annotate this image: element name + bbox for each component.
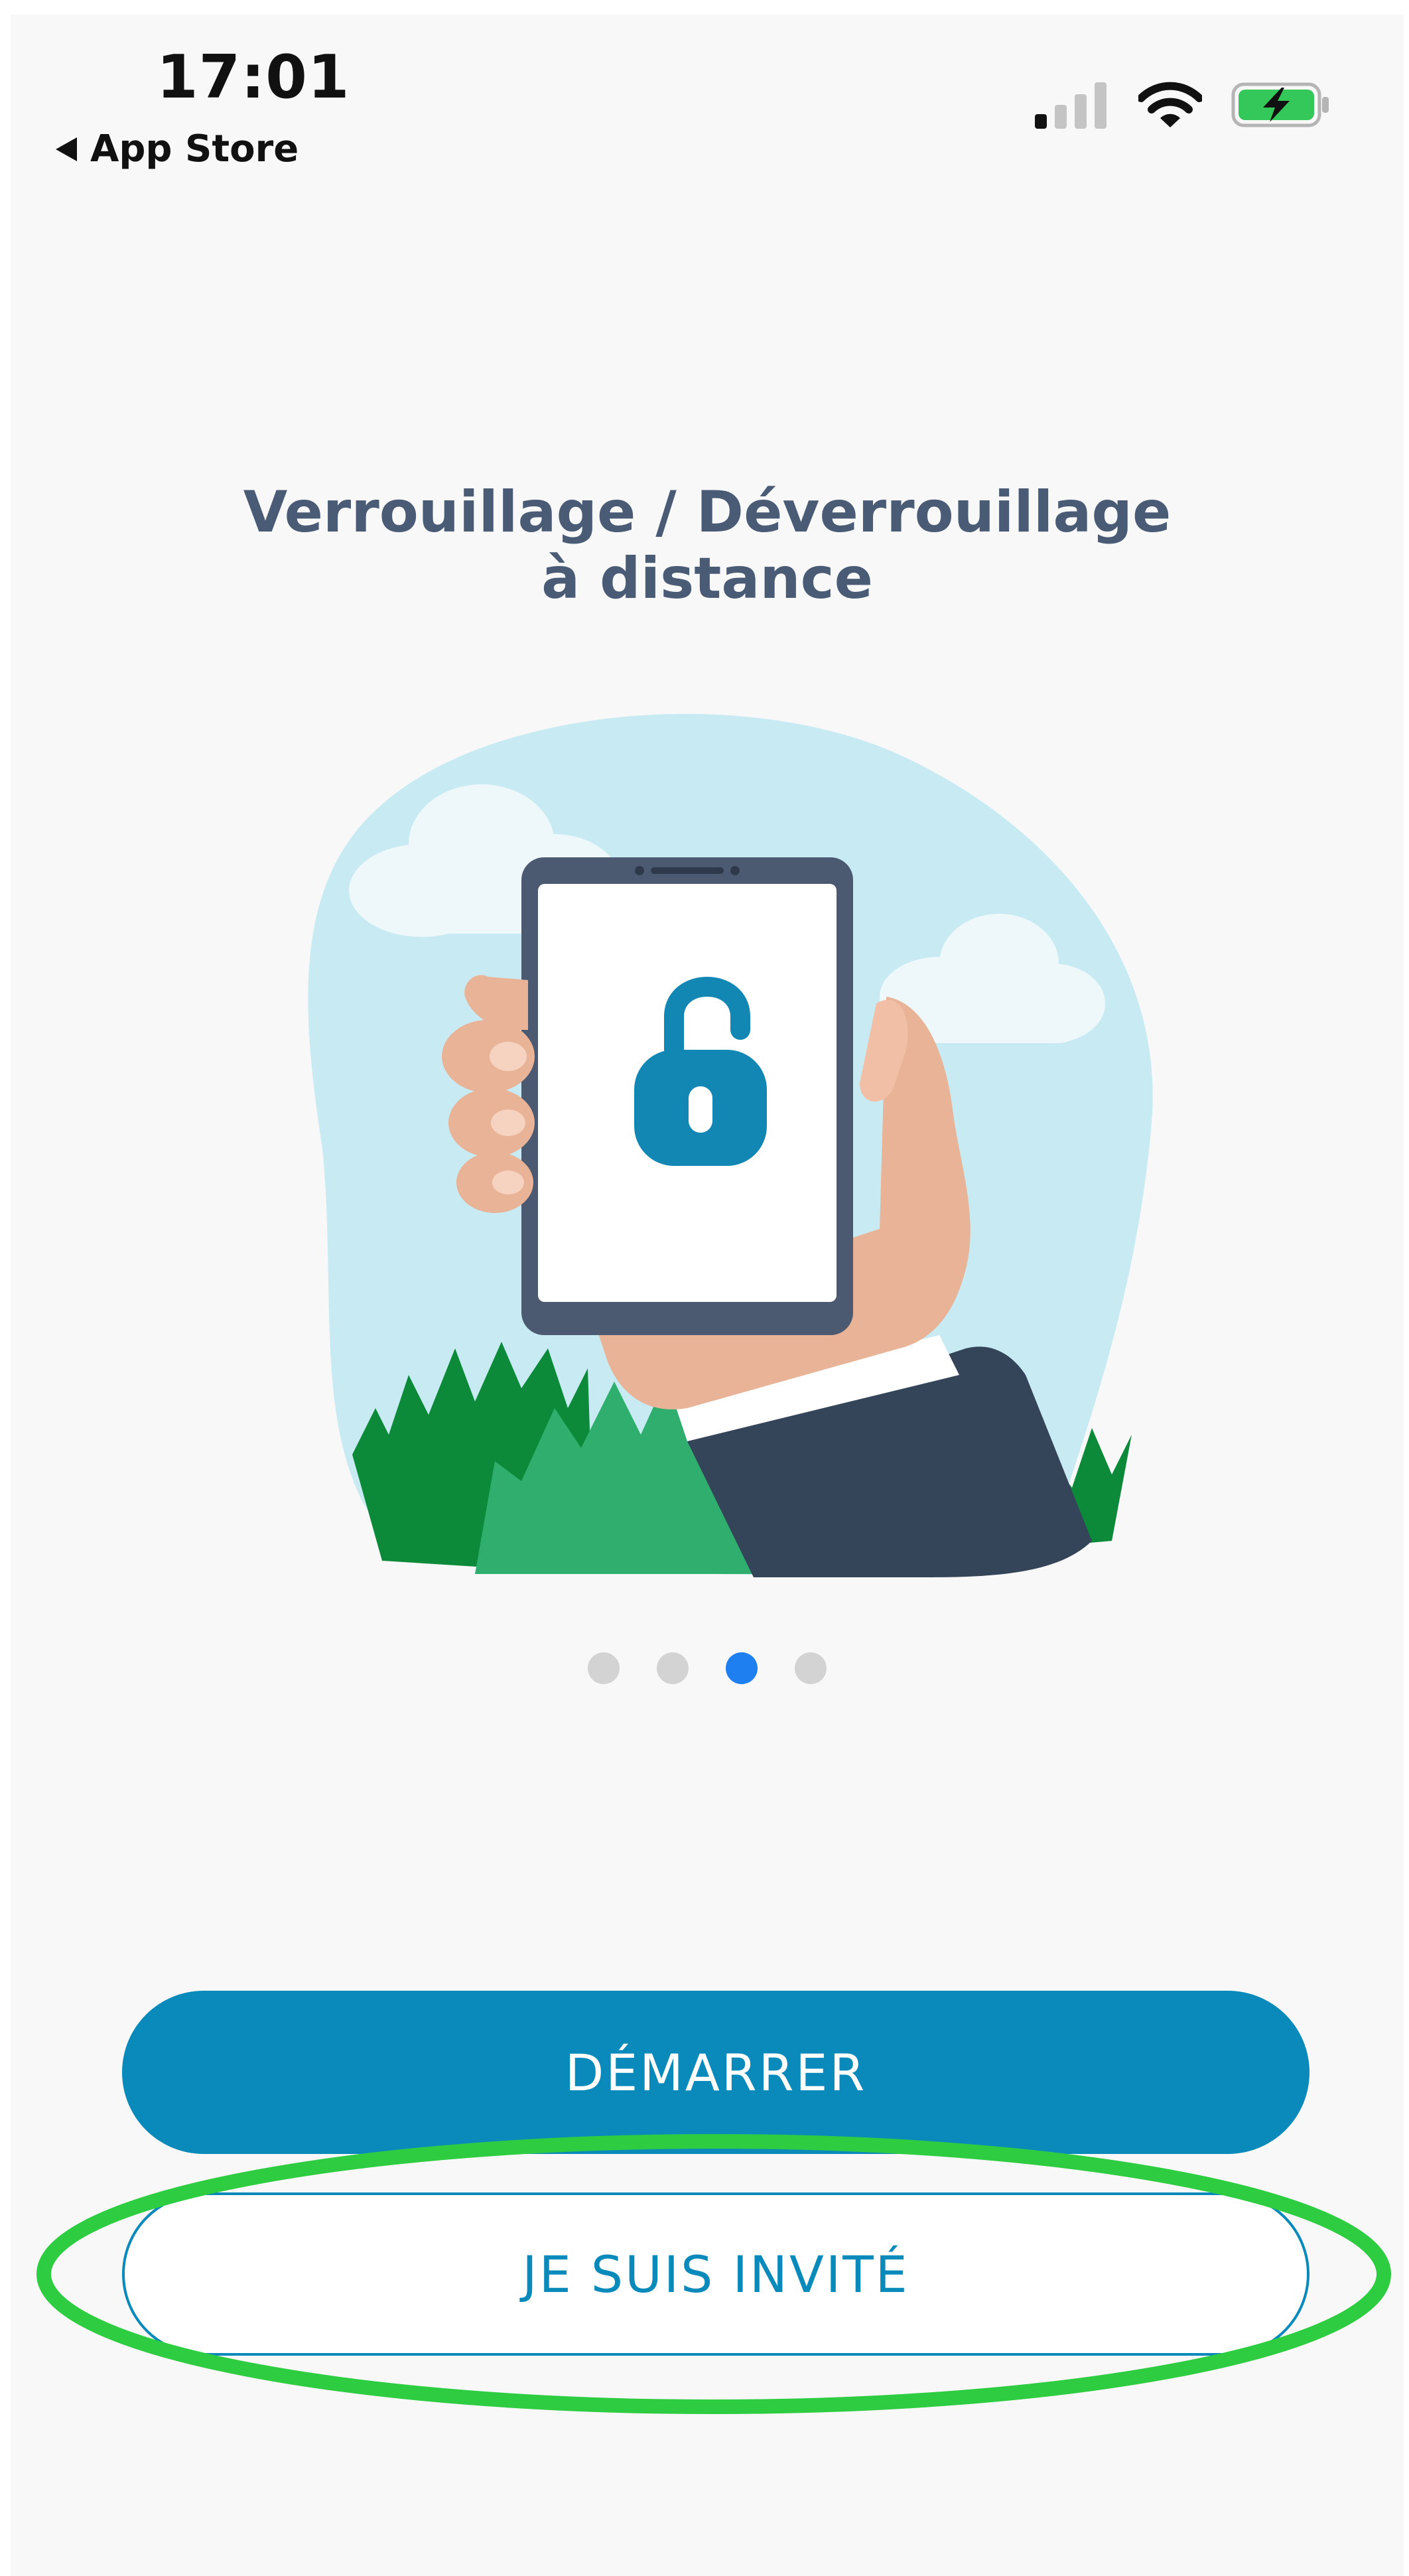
title-line-1: Verrouillage / Déverrouillage (243, 479, 1172, 545)
signal-icon (1035, 81, 1109, 129)
page-dot-2[interactable] (657, 1652, 689, 1684)
start-button[interactable]: DÉMARRER (122, 1991, 1309, 2154)
page-indicator (11, 1652, 1404, 1684)
page-dot-1[interactable] (588, 1652, 620, 1684)
back-arrow-icon (54, 136, 78, 163)
status-time: 17:01 (157, 42, 350, 112)
page-dot-3-active[interactable] (726, 1652, 758, 1684)
status-icons (1035, 81, 1331, 129)
guest-button[interactable]: JE SUIS INVITÉ (122, 2192, 1309, 2356)
app-screen: 17:01 App Store Verrouillage / Déverroui… (11, 15, 1404, 2576)
page-dot-4[interactable] (795, 1652, 827, 1684)
wifi-icon (1138, 81, 1202, 129)
back-to-app-store-link[interactable]: App Store (54, 127, 299, 171)
onboarding-title: Verrouillage / Déverrouillage à distance (11, 479, 1404, 612)
back-link-label: App Store (90, 127, 299, 171)
title-line-2: à distance (541, 545, 873, 612)
remote-unlock-illustration (276, 685, 1178, 1597)
battery-charging-icon (1231, 81, 1331, 129)
